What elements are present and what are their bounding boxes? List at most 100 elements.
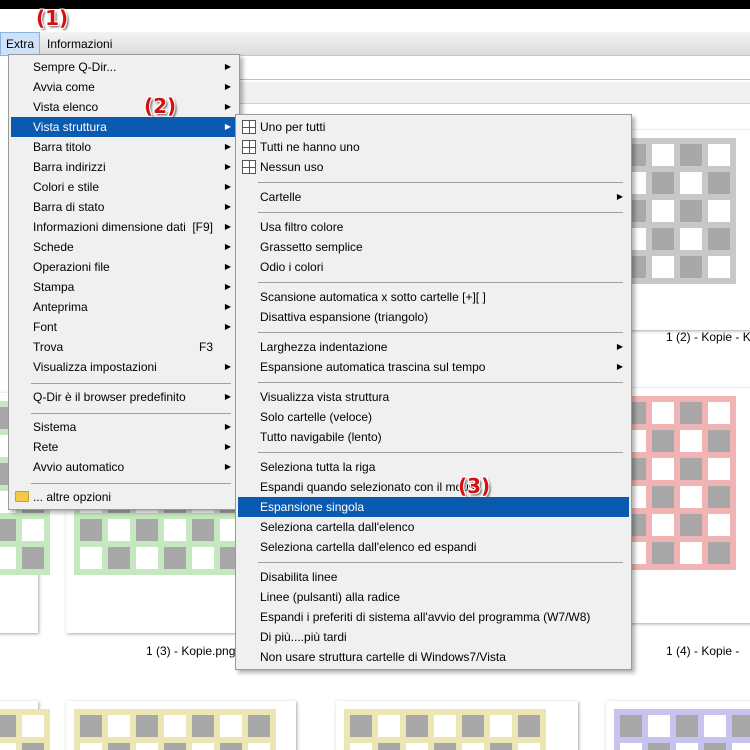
menu-item-label: Avvia come [33, 80, 95, 94]
menu-item-label: Usa filtro colore [260, 220, 344, 234]
menu-item-label: Sempre Q-Dir... [33, 60, 117, 74]
menu-item-disattiva-espansione-triangolo[interactable]: Disattiva espansione (triangolo) [238, 307, 629, 327]
submenu-arrow-icon: ▶ [224, 222, 231, 231]
menu-item-usa-filtro-colore[interactable]: Usa filtro colore [238, 217, 629, 237]
menu-item-trova[interactable]: Trova F3 [11, 337, 237, 357]
menu-item-di-pi-pi-tardi[interactable]: Di più....più tardi [238, 627, 629, 647]
menu-item-label: Anteprima [33, 300, 88, 314]
submenu-arrow-icon: ▶ [224, 392, 231, 401]
menu-item-nessun-uso[interactable]: Nessun uso [238, 157, 629, 177]
menu-item-label: Schede [33, 240, 74, 254]
menu-item-espandi-quando-selezionato-con-il-mouse[interactable]: Espandi quando selezionato con il mouse [238, 477, 629, 497]
menu-informazioni[interactable]: Informazioni [42, 32, 117, 56]
menu-item-seleziona-cartella-dall-elenco-ed-espandi[interactable]: Seleziona cartella dall'elenco ed espand… [238, 537, 629, 557]
menu-item-label: ... altre opzioni [33, 490, 112, 504]
menu-item-label: Informazioni dimensione dati [33, 220, 186, 234]
submenu-arrow-icon: ▶ [224, 462, 231, 471]
menu-item-label: Disabilita linee [260, 570, 338, 584]
menu-extra[interactable]: Extra [0, 32, 41, 56]
menu-item-label: Odio i colori [260, 260, 324, 274]
menu-item-informazioni-dimensione-dati[interactable]: Informazioni dimensione dati [F9] ▶ [11, 217, 237, 237]
menu-item-espansione-singola[interactable]: Espansione singola [238, 497, 629, 517]
submenu-arrow-icon: ▶ [224, 362, 231, 371]
menu-item-colori-e-stile[interactable]: Colori e stile ▶ [11, 177, 237, 197]
menu-item-barra-titolo[interactable]: Barra titolo ▶ [11, 137, 237, 157]
thumbnail-caption: 1 (4) - Kopie - [666, 644, 740, 658]
menu-item-tutti-ne-hanno-uno[interactable]: Tutti ne hanno uno [238, 137, 629, 157]
menu-item-barra-di-stato[interactable]: Barra di stato ▶ [11, 197, 237, 217]
menu-item-stampa[interactable]: Stampa ▶ [11, 277, 237, 297]
menu-item-sempre-q-dir[interactable]: Sempre Q-Dir... ▶ [11, 57, 237, 77]
menu-item-label: Vista struttura [33, 120, 107, 134]
menu-item-scansione-automatica-x-sotto-cartelle[interactable]: Scansione automatica x sotto cartelle [+… [238, 287, 629, 307]
menu-separator [31, 483, 231, 484]
menu-item-altre-opzioni[interactable]: ... altre opzioni [11, 487, 237, 507]
menu-item-visualizza-vista-struttura[interactable]: Visualizza vista struttura [238, 387, 629, 407]
submenu-arrow-icon: ▶ [616, 342, 623, 351]
menu-item-label: Colori e stile [33, 180, 100, 194]
submenu-arrow-icon: ▶ [224, 82, 231, 91]
menu-item-grassetto-semplice[interactable]: Grassetto semplice [238, 237, 629, 257]
submenu-arrow-icon: ▶ [224, 62, 231, 71]
menu-item-schede[interactable]: Schede ▶ [11, 237, 237, 257]
menu-item-label: Espansione automatica trascina sul tempo [260, 360, 486, 374]
menu-item-label: Seleziona tutta la riga [260, 460, 376, 474]
thumbnail-image [74, 709, 276, 750]
menu-item-label: Espandi quando selezionato con il mouse [260, 480, 482, 494]
annotation-2: (2) [144, 94, 177, 118]
menu-item-tutto-navigabile-lento[interactable]: Tutto navigabile (lento) [238, 427, 629, 447]
thumbnail[interactable] [0, 701, 50, 750]
menu-item-seleziona-cartella-dall-elenco[interactable]: Seleziona cartella dall'elenco [238, 517, 629, 537]
menu-item-label: Seleziona cartella dall'elenco ed espand… [260, 540, 477, 554]
thumbnail[interactable] [66, 701, 296, 750]
menu-item-label: Visualizza vista struttura [260, 390, 390, 404]
menu-item-disabilita-linee[interactable]: Disabilita linee [238, 567, 629, 587]
menu-item-barra-indirizzi[interactable]: Barra indirizzi ▶ [11, 157, 237, 177]
menu-item-espansione-automatica-trascina-sul-tempo[interactable]: Espansione automatica trascina sul tempo… [238, 357, 629, 377]
menu-item-vista-elenco[interactable]: Vista elenco ▶ [11, 97, 237, 117]
menu-item-cartelle[interactable]: Cartelle ▶ [238, 187, 629, 207]
address-bar[interactable] [240, 58, 750, 80]
menu-item-q-dir-il-browser-predefinito[interactable]: Q-Dir è il browser predefinito ▶ [11, 387, 237, 407]
menu-item-label: Seleziona cartella dall'elenco [260, 520, 415, 534]
thumbnail[interactable] [606, 701, 750, 750]
menu-item-uno-per-tutti[interactable]: Uno per tutti [238, 117, 629, 137]
menu-item-font[interactable]: Font ▶ [11, 317, 237, 337]
menu-separator [31, 383, 231, 384]
thumbnail[interactable] [336, 701, 578, 750]
menu-item-larghezza-indentazione[interactable]: Larghezza indentazione ▶ [238, 337, 629, 357]
menu-item-label: Trova [33, 340, 64, 354]
menu-item-label: Non usare struttura cartelle di Windows7… [260, 650, 506, 664]
menu-item-rete[interactable]: Rete ▶ [11, 437, 237, 457]
grid-icon [242, 140, 256, 154]
menu-item-shortcut: [F9] [192, 220, 213, 234]
thumbnail-image [618, 138, 736, 284]
menu-item-vista-struttura[interactable]: Vista struttura ▶ [11, 117, 237, 137]
menu-item-visualizza-impostazioni[interactable]: Visualizza impostazioni ▶ [11, 357, 237, 377]
menu-item-non-usare-struttura-cartelle-di-windows7-vista[interactable]: Non usare struttura cartelle di Windows7… [238, 647, 629, 667]
menubar: Extra Informazioni [0, 32, 750, 56]
submenu-arrow-icon: ▶ [224, 322, 231, 331]
menu-item-espandi-i-preferiti-di-sistema-all-avvio-del-programma-w7-w8[interactable]: Espandi i preferiti di sistema all'avvio… [238, 607, 629, 627]
menu-item-label: Scansione automatica x sotto cartelle [+… [260, 290, 486, 304]
tree-view-submenu: Uno per tutti Tutti ne hanno uno Nessun us… [235, 114, 632, 670]
menu-item-sistema[interactable]: Sistema ▶ [11, 417, 237, 437]
thumbnail-image [344, 709, 546, 750]
menu-item-operazioni-file[interactable]: Operazioni file ▶ [11, 257, 237, 277]
menu-item-solo-cartelle-veloce[interactable]: Solo cartelle (veloce) [238, 407, 629, 427]
menu-separator [258, 212, 623, 213]
menu-item-anteprima[interactable]: Anteprima ▶ [11, 297, 237, 317]
menu-item-seleziona-tutta-la-riga[interactable]: Seleziona tutta la riga [238, 457, 629, 477]
submenu-arrow-icon: ▶ [224, 122, 231, 131]
menu-item-avvia-come[interactable]: Avvia come ▶ [11, 77, 237, 97]
menu-item-avvio-automatico[interactable]: Avvio automatico ▶ [11, 457, 237, 477]
annotation-1: (1) [36, 6, 69, 30]
menu-item-linee-pulsanti-alla-radice[interactable]: Linee (pulsanti) alla radice [238, 587, 629, 607]
menu-item-label: Vista elenco [33, 100, 99, 114]
menu-item-label: Barra titolo [33, 140, 92, 154]
menu-item-label: Tutto navigabile (lento) [260, 430, 382, 444]
thumbnail-image [0, 709, 50, 750]
menu-item-odio-i-colori[interactable]: Odio i colori [238, 257, 629, 277]
menu-item-label: Barra indirizzi [33, 160, 106, 174]
submenu-arrow-icon: ▶ [224, 142, 231, 151]
